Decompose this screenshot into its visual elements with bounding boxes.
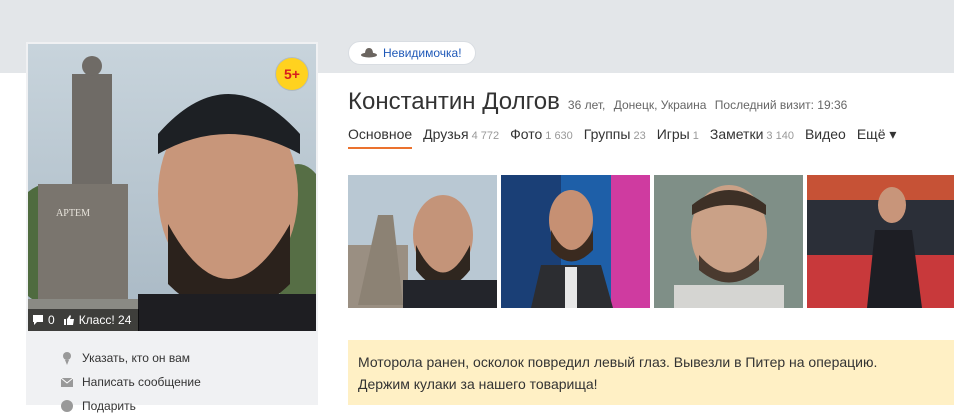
hat-icon [361, 48, 377, 58]
comments-count[interactable]: 0 [48, 309, 55, 331]
status-note[interactable]: Моторола ранен, осколок повредил левый г… [348, 340, 954, 405]
left-column: АРТЕМ 5+ 0 Класс! 24 Указать, кто он вам… [26, 42, 318, 413]
comment-icon[interactable] [32, 314, 44, 326]
profile-name: Константин Долгов [348, 88, 560, 115]
note-line: Моторола ранен, осколок повредил левый г… [358, 354, 878, 370]
tab-main[interactable]: Основное [348, 126, 413, 149]
photo-thumbnail[interactable] [654, 175, 803, 308]
tab-notes[interactable]: Заметки 3 140 [710, 126, 794, 148]
tab-videos[interactable]: Видео [805, 126, 846, 148]
rating-badge[interactable]: 5+ [276, 58, 308, 90]
tab-count: 23 [633, 130, 646, 142]
tab-count: 4 772 [471, 130, 500, 142]
photo-strip [348, 175, 954, 308]
sidebar-item-label: Написать сообщение [82, 375, 201, 389]
tab-friends[interactable]: Друзья 4 772 [423, 126, 499, 148]
tab-label: Группы [583, 126, 631, 142]
sidebar-item-label: Указать, кто он вам [82, 351, 191, 365]
tab-more[interactable]: Ещё ▾ [857, 126, 897, 148]
tab-label: Ещё ▾ [856, 126, 897, 142]
avatar-stats: 0 Класс! 24 [28, 309, 140, 331]
profile-tabs: Основное Друзья 4 772 Фото 1 630 Группы 23 … [348, 126, 897, 149]
tab-label: Друзья [423, 126, 469, 142]
tab-photos[interactable]: Фото 1 630 [510, 126, 573, 148]
sidebar-menu: Указать, кто он вам Написать сообщение П… [60, 346, 201, 418]
tab-count: 1 [692, 130, 699, 142]
invisible-mode-button[interactable]: Невидимочка! [348, 41, 476, 65]
photo-thumbnail[interactable] [501, 175, 650, 308]
tab-label: Фото [510, 126, 543, 142]
tab-count: 1 630 [545, 130, 573, 142]
gift-icon [61, 400, 73, 412]
sidebar-item-message[interactable]: Написать сообщение [60, 370, 201, 394]
tab-groups[interactable]: Группы 23 [584, 126, 646, 148]
profile-meta: 36 лет, Донецк, Украина Последний визит:… [568, 98, 847, 112]
last-visit: Последний визит: 19:36 [714, 98, 848, 112]
profile-header: Константин Долгов 36 лет, Донецк, Украин… [348, 88, 847, 116]
sidebar-item-label: Подарить [82, 399, 136, 413]
tab-label: Заметки [709, 126, 764, 142]
thumbs-up-icon[interactable] [63, 314, 75, 326]
envelope-icon [60, 377, 74, 387]
invisible-mode-label: Невидимочка! [383, 46, 462, 60]
note-line: Держим кулаки за нашего товарища! [358, 376, 598, 392]
user-icon [63, 352, 71, 365]
profile-avatar[interactable]: АРТЕМ 5+ 0 Класс! 24 [28, 44, 316, 331]
photo-thumbnail[interactable] [807, 175, 954, 308]
tab-label: Основное [348, 126, 413, 142]
tab-label: Видео [804, 126, 846, 142]
sidebar-item-gift[interactable]: Подарить [60, 394, 201, 418]
profile-location: Донецк, Украина [613, 98, 707, 112]
sidebar-item-relation[interactable]: Указать, кто он вам [60, 346, 201, 370]
tab-count: 3 140 [766, 130, 794, 142]
photo-thumbnail[interactable] [348, 175, 497, 308]
monument-inscription: АРТЕМ [56, 208, 90, 219]
tab-games[interactable]: Игры 1 [657, 126, 699, 148]
tab-label: Игры [656, 126, 690, 142]
profile-age: 36 лет, [567, 98, 606, 112]
likes-count[interactable]: Класс! 24 [79, 309, 132, 331]
